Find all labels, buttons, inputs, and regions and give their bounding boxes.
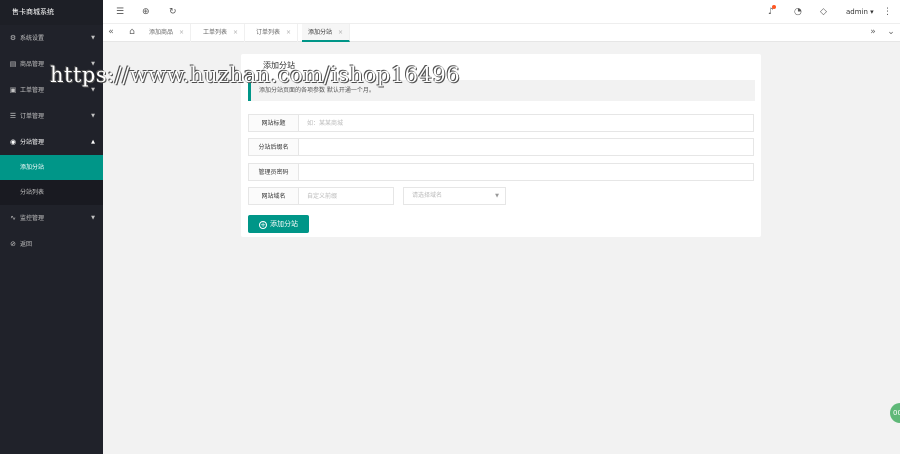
home-icon[interactable]: ⌂ (124, 24, 140, 42)
tab-order-list[interactable]: 订单列表 × (250, 24, 299, 42)
sidebar-item-substations[interactable]: ◉ 分站管理 ▲ (0, 129, 103, 155)
chevron-down-icon: ▼ (495, 193, 499, 199)
refresh-icon[interactable]: ↻ (169, 6, 177, 18)
site-title-input[interactable] (298, 114, 754, 132)
tab-label: 订单列表 (256, 29, 281, 36)
suffix-input[interactable] (298, 138, 754, 156)
chevron-down-icon: ▼ (91, 35, 95, 41)
suffix-label: 分站后缀名 (248, 138, 299, 156)
watermark-text: https://www.huzhan.com/ishop16496 (50, 63, 461, 87)
more-icon[interactable]: ⋮ (883, 6, 892, 18)
sidebar-item-label: 订单管理 (20, 113, 45, 120)
close-icon[interactable]: × (286, 29, 291, 36)
domain-prefix-input[interactable] (298, 187, 394, 205)
chevron-up-icon: ▲ (91, 139, 95, 145)
add-substation-button-label: 添加分站 (270, 220, 298, 228)
sidebar-item-system-settings[interactable]: ⚙ 系统设置 ▼ (0, 25, 103, 51)
close-icon[interactable]: × (179, 29, 184, 36)
menu-icon[interactable]: ☰ (116, 6, 124, 18)
back-icon: ⊘ (10, 240, 16, 248)
form-row-suffix: 分站后缀名 (248, 138, 754, 156)
sidebar-item-label: 商品管理 (20, 61, 45, 68)
order-icon: ☰ (9, 112, 17, 120)
globe-icon[interactable]: ⊕ (142, 6, 150, 18)
sidebar-subitem-substation-list[interactable]: 分站列表 (0, 180, 103, 205)
domain-select[interactable]: 请选择域名 ▼ (403, 187, 506, 205)
tag-icon[interactable]: ◇ (820, 6, 827, 18)
sidebar-subitem-add-substation[interactable]: 添加分站 (0, 155, 103, 180)
sidebar-item-label: 返回 (20, 241, 33, 248)
site-icon: ◉ (9, 138, 17, 146)
gear-icon: ⚙ (9, 34, 17, 42)
sidebar-item-label: 工单管理 (20, 87, 45, 94)
notification-dot (771, 5, 776, 9)
sidebar-item-label: 分站管理 (20, 139, 45, 146)
close-icon[interactable]: × (338, 29, 343, 36)
domain-label: 网站域名 (248, 187, 299, 205)
close-icon[interactable]: × (233, 29, 238, 36)
floating-chat-button[interactable]: 00 (890, 403, 900, 423)
tab-bar: « ⌂ 添加商品 × 工单列表 × 订单列表 × 添加分站 × » ⌄ (103, 24, 900, 42)
monitor-icon: ∿ (10, 214, 16, 222)
sidebar-item-label: 监控管理 (20, 215, 45, 222)
sidebar-item-label: 系统设置 (20, 35, 45, 42)
bag-icon: ▤ (9, 60, 17, 68)
top-header: ☰ ⊕ ↻ ♪ ◔ ◇ admin ▾ ⋮ (103, 0, 900, 24)
admin-password-label: 管理员密码 (248, 163, 299, 181)
user-menu[interactable]: admin ▾ (846, 6, 874, 18)
tab-label: 工单列表 (203, 29, 228, 36)
domain-select-placeholder: 请选择域名 (412, 192, 443, 199)
tab-ticket-list[interactable]: 工单列表 × (197, 24, 246, 42)
chevron-down-icon[interactable]: ⌄ (883, 24, 899, 42)
chevron-down-icon: ▼ (91, 113, 95, 119)
sidebar-item-back[interactable]: ⊘ 返回 (0, 231, 103, 257)
app-logo: 售卡商城系统 (0, 0, 103, 25)
plus-circle-icon: + (259, 221, 267, 229)
admin-password-input[interactable] (298, 163, 754, 181)
tab-label: 添加商品 (149, 29, 174, 36)
tabs-scroll-right-icon[interactable]: » (865, 24, 881, 42)
sidebar-item-monitor[interactable]: ∿ 监控管理 ▼ (0, 205, 103, 231)
tab-label: 添加分站 (308, 29, 333, 36)
tab-add-substation[interactable]: 添加分站 × (302, 24, 351, 42)
form-row-site-title: 网站标题 (248, 114, 754, 132)
tab-add-goods[interactable]: 添加商品 × (143, 24, 192, 42)
ticket-icon: ▣ (9, 86, 17, 94)
bell-icon[interactable]: ♪ (768, 5, 776, 18)
form-row-admin-password: 管理员密码 (248, 163, 754, 181)
form-row-domain: 网站域名 请选择域名 ▼ (248, 187, 508, 205)
site-title-label: 网站标题 (248, 114, 299, 132)
tabs-scroll-left-icon[interactable]: « (103, 24, 119, 42)
theme-icon[interactable]: ◔ (794, 6, 802, 18)
chevron-down-icon: ▼ (91, 215, 95, 221)
add-substation-button[interactable]: + 添加分站 (248, 215, 309, 233)
sidebar-item-orders[interactable]: ☰ 订单管理 ▼ (0, 103, 103, 129)
app-root: 售卡商城系统 ⚙ 系统设置 ▼ ▤ 商品管理 ▼ ▣ 工单管理 ▼ ☰ 订单管理 ▼ ◉… (0, 0, 900, 454)
